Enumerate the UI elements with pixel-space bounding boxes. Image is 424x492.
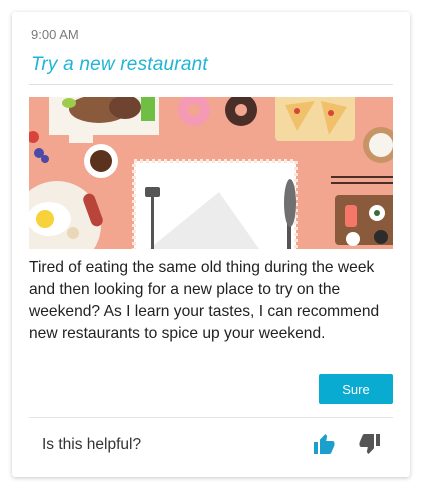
food-table-illustration — [29, 97, 393, 249]
assistant-card: 9:00 AM Try a new restaurant Tired of ea… — [12, 12, 410, 477]
card-timestamp: 9:00 AM — [31, 27, 79, 42]
thumbs-down-icon[interactable] — [358, 432, 382, 456]
feedback-question: Is this helpful? — [42, 436, 142, 453]
sure-button[interactable]: Sure — [319, 374, 393, 404]
card-title: Try a new restaurant — [31, 54, 208, 75]
card-description: Tired of eating the same old thing durin… — [29, 259, 380, 342]
divider — [29, 84, 393, 85]
thumbs-up-icon[interactable] — [312, 432, 336, 456]
divider — [29, 417, 393, 418]
